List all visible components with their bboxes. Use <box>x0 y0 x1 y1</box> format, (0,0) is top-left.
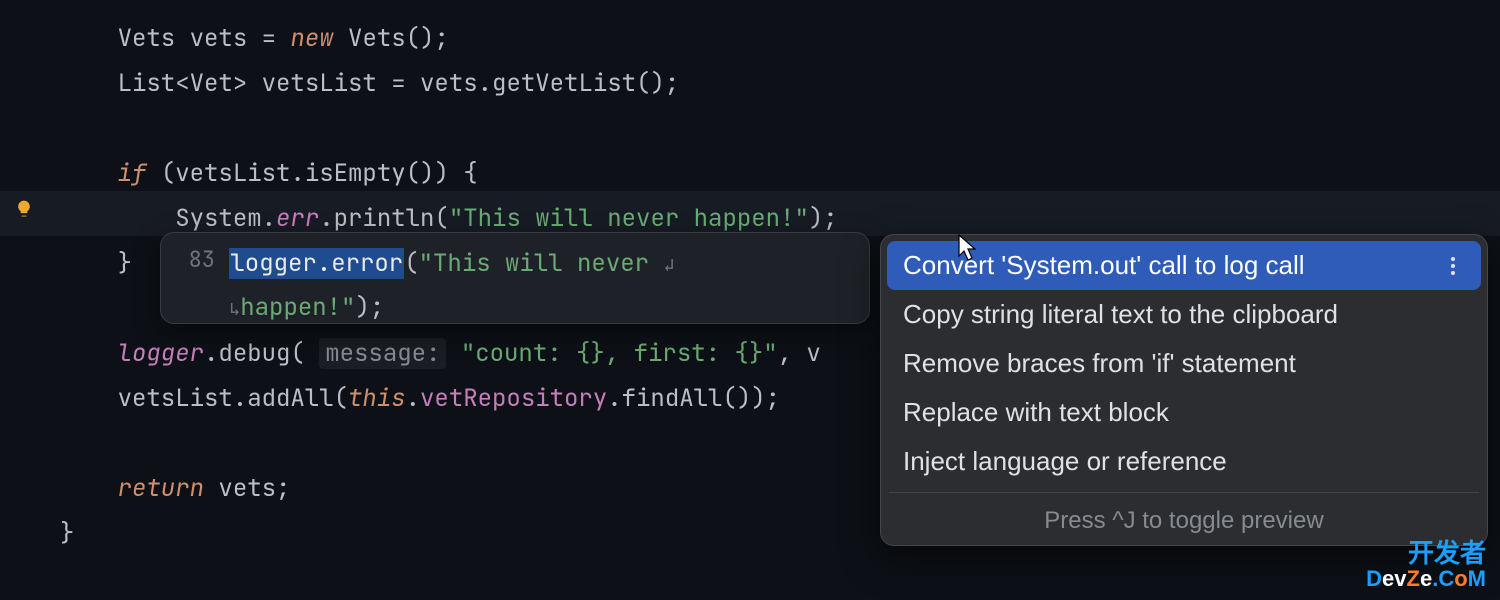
menu-item-label: Inject language or reference <box>903 446 1227 477</box>
code-line: } <box>60 511 838 556</box>
watermark-bottom: DevZe.CoM <box>1366 567 1486 590</box>
menu-hint: Press ^J to toggle preview <box>887 499 1481 539</box>
menu-item-label: Copy string literal text to the clipboar… <box>903 299 1338 330</box>
code-line: vetsList.addAll(this.vetRepository.findA… <box>60 376 838 421</box>
intention-bulb-icon[interactable] <box>14 196 34 216</box>
code-line: logger.debug( message: "count: {}, first… <box>60 331 838 376</box>
menu-separator <box>889 492 1479 493</box>
menu-item-remove-braces[interactable]: Remove braces from 'if' statement <box>887 339 1481 388</box>
preview-code: logger.error("This will never ↲ ↳happen!… <box>229 243 674 331</box>
editor-gutter <box>0 0 50 600</box>
menu-item-copy-literal[interactable]: Copy string literal text to the clipboar… <box>887 290 1481 339</box>
watermark: 开发者 DevZe.CoM <box>1366 540 1486 590</box>
menu-item-label: Replace with text block <box>903 397 1169 428</box>
menu-item-inject-language[interactable]: Inject language or reference <box>887 437 1481 486</box>
more-options-icon[interactable] <box>1441 254 1465 278</box>
menu-item-label: Remove braces from 'if' statement <box>903 348 1296 379</box>
code-line: if (vetsList.isEmpty()) { <box>60 151 838 196</box>
watermark-top: 开发者 <box>1366 540 1486 567</box>
code-line <box>60 106 838 151</box>
menu-item-convert-log[interactable]: Convert 'System.out' call to log call <box>887 241 1481 290</box>
preview-line-number: 83 <box>171 243 215 274</box>
code-line: return vets; <box>60 466 838 511</box>
menu-item-label: Convert 'System.out' call to log call <box>903 250 1305 281</box>
menu-item-text-block[interactable]: Replace with text block <box>887 388 1481 437</box>
code-line <box>60 421 838 466</box>
intention-preview-popup: 83 logger.error("This will never ↲ ↳happ… <box>160 232 870 324</box>
code-line: Vets vets = new Vets(); <box>60 16 838 61</box>
code-line: List<Vet> vetsList = vets.getVetList(); <box>60 61 838 106</box>
intention-actions-menu: Convert 'System.out' call to log call Co… <box>880 234 1488 546</box>
